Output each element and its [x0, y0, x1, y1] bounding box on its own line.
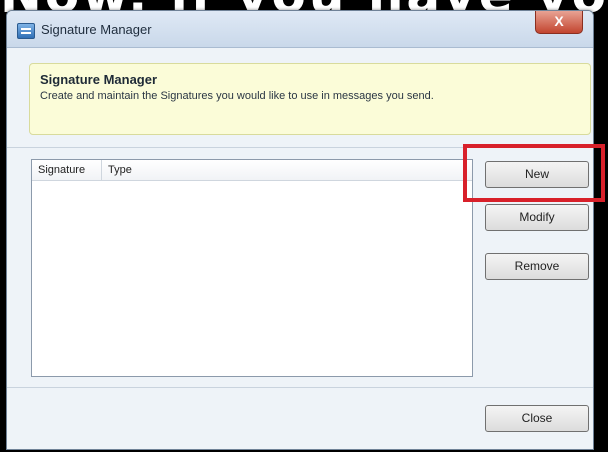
list-header: Signature Type	[32, 160, 472, 181]
signature-list[interactable]: Signature Type	[31, 159, 473, 377]
close-button[interactable]: Close	[485, 405, 589, 432]
modify-button[interactable]: Modify	[485, 204, 589, 231]
footer-divider	[7, 387, 593, 388]
close-icon[interactable]: X	[535, 11, 583, 34]
signature-manager-dialog: Signature Manager X Signature Manager Cr…	[6, 10, 594, 450]
info-panel: Signature Manager Create and maintain th…	[29, 63, 591, 135]
column-header-type[interactable]: Type	[102, 160, 222, 180]
column-header-signature[interactable]: Signature	[32, 160, 102, 180]
highlight-box	[463, 144, 605, 202]
remove-button[interactable]: Remove	[485, 253, 589, 280]
app-icon	[17, 23, 35, 39]
info-title: Signature Manager	[40, 72, 158, 87]
window-title: Signature Manager	[41, 22, 152, 37]
info-description: Create and maintain the Signatures you w…	[40, 90, 434, 102]
title-bar[interactable]: Signature Manager X	[7, 11, 593, 48]
